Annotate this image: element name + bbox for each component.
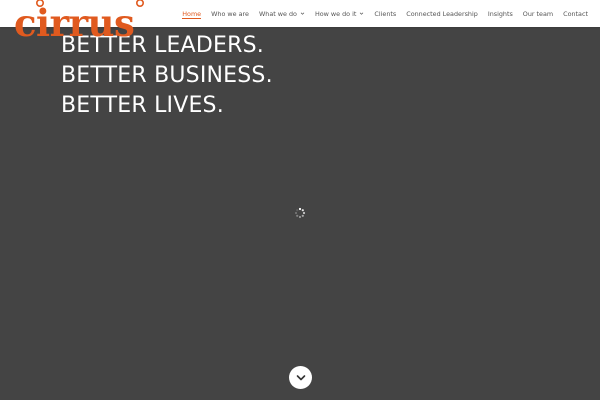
- nav-item-label: Connected Leadership: [406, 9, 478, 18]
- nav-item-who-we-are[interactable]: Who we are: [211, 0, 249, 27]
- chevron-down-icon: [360, 12, 364, 15]
- chevron-down-icon: [296, 374, 305, 380]
- nav-item-label: Home: [182, 9, 202, 18]
- nav-item-label: What we do: [258, 9, 297, 18]
- nav-item-connected-leadership[interactable]: Connected Leadership: [406, 0, 478, 27]
- nav-item-label: Clients: [374, 9, 397, 18]
- loading-spinner-icon: [294, 207, 306, 219]
- nav-item-label: Contact: [563, 9, 588, 18]
- nav-item-what-we-do[interactable]: What we do: [259, 0, 305, 27]
- nav-item-insights[interactable]: Insights: [488, 0, 513, 27]
- nav-item-label: Insights: [487, 9, 513, 18]
- logo-wordmark: cirrus: [14, 0, 144, 42]
- logo-text: cirrus: [14, 1, 134, 42]
- nav-item-clients[interactable]: Clients: [374, 0, 396, 27]
- hero-line-3: BETTER LIVES.: [61, 93, 224, 118]
- nav-item-contact[interactable]: Contact: [563, 0, 588, 27]
- nav-item-label: How we do it: [314, 9, 357, 18]
- nav-item-how-we-do-it[interactable]: How we do it: [315, 0, 364, 27]
- scroll-down-button[interactable]: [289, 366, 312, 389]
- cirrus-logo[interactable]: cirrus: [14, 0, 144, 42]
- main-nav: Home Who we are What we do How we do it …: [172, 0, 588, 27]
- hero-headline: BETTER LEADERS. BETTER BUSINESS. BETTER …: [61, 31, 273, 121]
- hero-line-2: BETTER BUSINESS.: [61, 63, 273, 88]
- logo-dot-icon: [136, 0, 144, 7]
- nav-item-label: Our team: [522, 9, 554, 18]
- nav-item-label: Who we are: [211, 9, 249, 18]
- nav-item-home[interactable]: Home: [182, 0, 201, 27]
- chevron-down-icon: [300, 12, 305, 15]
- nav-item-our-team[interactable]: Our team: [523, 0, 553, 27]
